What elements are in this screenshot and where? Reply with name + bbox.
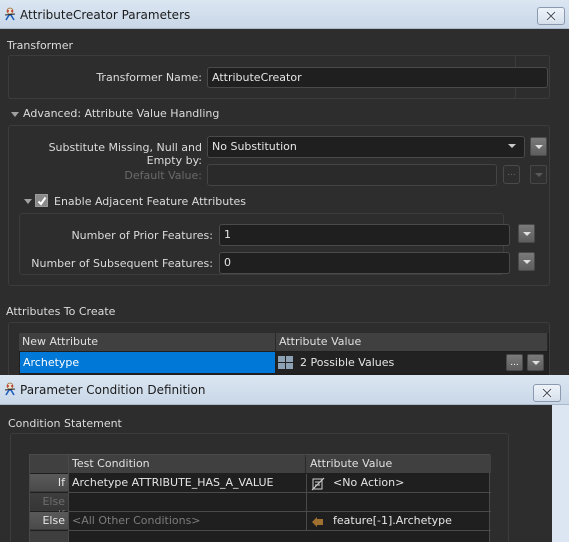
attribute-value-text: 2 Possible Values bbox=[300, 356, 395, 369]
enable-adjacent-label[interactable]: Enable Adjacent Feature Attributes bbox=[54, 195, 246, 208]
chevron-down-icon bbox=[531, 360, 540, 365]
attribute-arrow-icon bbox=[312, 517, 323, 527]
advanced-section-label[interactable]: Advanced: Attribute Value Handling bbox=[23, 107, 219, 120]
chevron-down-icon bbox=[508, 144, 516, 148]
ellipsis-label: ... bbox=[510, 357, 519, 368]
substitute-value: No Substitution bbox=[212, 140, 297, 153]
prior-features-input[interactable]: 1 bbox=[219, 224, 510, 246]
test-condition-cell[interactable]: <All Other Conditions> bbox=[68, 512, 306, 531]
substitute-menu-button[interactable] bbox=[530, 137, 547, 156]
attribute-value-ellipsis-button[interactable]: ... bbox=[506, 354, 523, 371]
attribute-value-menu-button[interactable] bbox=[527, 354, 544, 371]
chevron-down-icon bbox=[534, 144, 543, 149]
column-divider bbox=[306, 474, 307, 531]
condition-table: Test Condition Attribute Value If Archet… bbox=[29, 454, 491, 542]
subsequent-features-label: Number of Subsequent Features: bbox=[31, 257, 213, 270]
attribute-value-text: <No Action> bbox=[333, 476, 405, 489]
column-header-new-attribute[interactable]: New Attribute bbox=[19, 333, 276, 351]
attribute-value-cell[interactable]: <No Action> bbox=[306, 474, 491, 493]
subsequent-features-input[interactable]: 0 bbox=[219, 252, 510, 274]
default-value-label: Default Value: bbox=[124, 169, 202, 182]
transformer-groupbox-frame bbox=[8, 55, 550, 99]
adjacent-expander-icon[interactable] bbox=[24, 199, 32, 204]
prior-features-menu-button[interactable] bbox=[518, 224, 535, 243]
advanced-expander-icon[interactable] bbox=[11, 112, 19, 117]
column-header-attribute-value[interactable]: Attribute Value bbox=[276, 333, 548, 351]
fme-wizard-icon bbox=[4, 7, 16, 21]
transformer-section-label: Transformer bbox=[7, 39, 74, 52]
close-button[interactable] bbox=[533, 384, 561, 402]
titlebar: Parameter Condition Definition bbox=[0, 375, 569, 405]
default-value-input[interactable] bbox=[207, 164, 497, 186]
row-label-else[interactable]: Else bbox=[30, 512, 68, 530]
column-header-attribute-value[interactable]: Attribute Value bbox=[306, 455, 491, 473]
window-edge bbox=[552, 405, 569, 542]
corner-header bbox=[30, 455, 68, 473]
test-condition-cell[interactable]: Archetype ATTRIBUTE_HAS_A_VALUE bbox=[68, 474, 306, 493]
substitute-label: Substitute Missing, Null and Empty by: bbox=[48, 141, 202, 167]
parameter-condition-definition-dialog: Parameter Condition Definition Condition… bbox=[0, 375, 569, 542]
window-title: AttributeCreator Parameters bbox=[20, 8, 191, 22]
window-title: Parameter Condition Definition bbox=[20, 383, 206, 397]
chevron-down-icon bbox=[522, 259, 531, 264]
column-header-test-condition[interactable]: Test Condition bbox=[68, 455, 306, 473]
checkmark-icon bbox=[37, 196, 46, 206]
condition-statement-label: Condition Statement bbox=[8, 417, 122, 430]
substitute-dropdown[interactable]: No Substitution bbox=[207, 136, 525, 158]
close-button[interactable] bbox=[537, 7, 565, 25]
enable-adjacent-checkbox[interactable] bbox=[35, 194, 48, 207]
new-attribute-cell[interactable]: Archetype bbox=[20, 352, 275, 373]
subsequent-features-menu-button[interactable] bbox=[518, 252, 535, 271]
new-row-header[interactable] bbox=[30, 531, 68, 542]
attribute-value-text: feature[-1].Archetype bbox=[333, 514, 452, 527]
titlebar: AttributeCreator Parameters bbox=[0, 0, 569, 29]
row-label-else-if[interactable]: Else If bbox=[30, 493, 68, 521]
attributes-section-label: Attributes To Create bbox=[6, 305, 116, 318]
close-x-icon bbox=[541, 388, 553, 398]
attributecreator-parameters-dialog: AttributeCreator Parameters Transformer … bbox=[0, 0, 569, 382]
fme-wizard-icon bbox=[4, 382, 16, 396]
attribute-value-cell[interactable]: feature[-1].Archetype bbox=[306, 512, 491, 531]
no-action-icon bbox=[311, 477, 325, 491]
conditional-grid-icon bbox=[278, 356, 293, 369]
attributes-table: New Attribute Attribute Value Archetype … bbox=[19, 333, 549, 375]
test-condition-cell[interactable] bbox=[68, 493, 306, 512]
default-value-ellipsis-button[interactable]: ... bbox=[503, 165, 520, 184]
close-x-icon bbox=[545, 11, 557, 21]
row-label-if[interactable]: If bbox=[30, 474, 68, 492]
prior-features-label: Number of Prior Features: bbox=[71, 229, 213, 242]
chevron-down-icon bbox=[522, 231, 531, 236]
column-divider bbox=[68, 455, 69, 542]
chevron-down-icon bbox=[534, 172, 543, 177]
default-value-menu-button[interactable] bbox=[530, 165, 547, 184]
attribute-value-cell[interactable] bbox=[306, 493, 491, 512]
